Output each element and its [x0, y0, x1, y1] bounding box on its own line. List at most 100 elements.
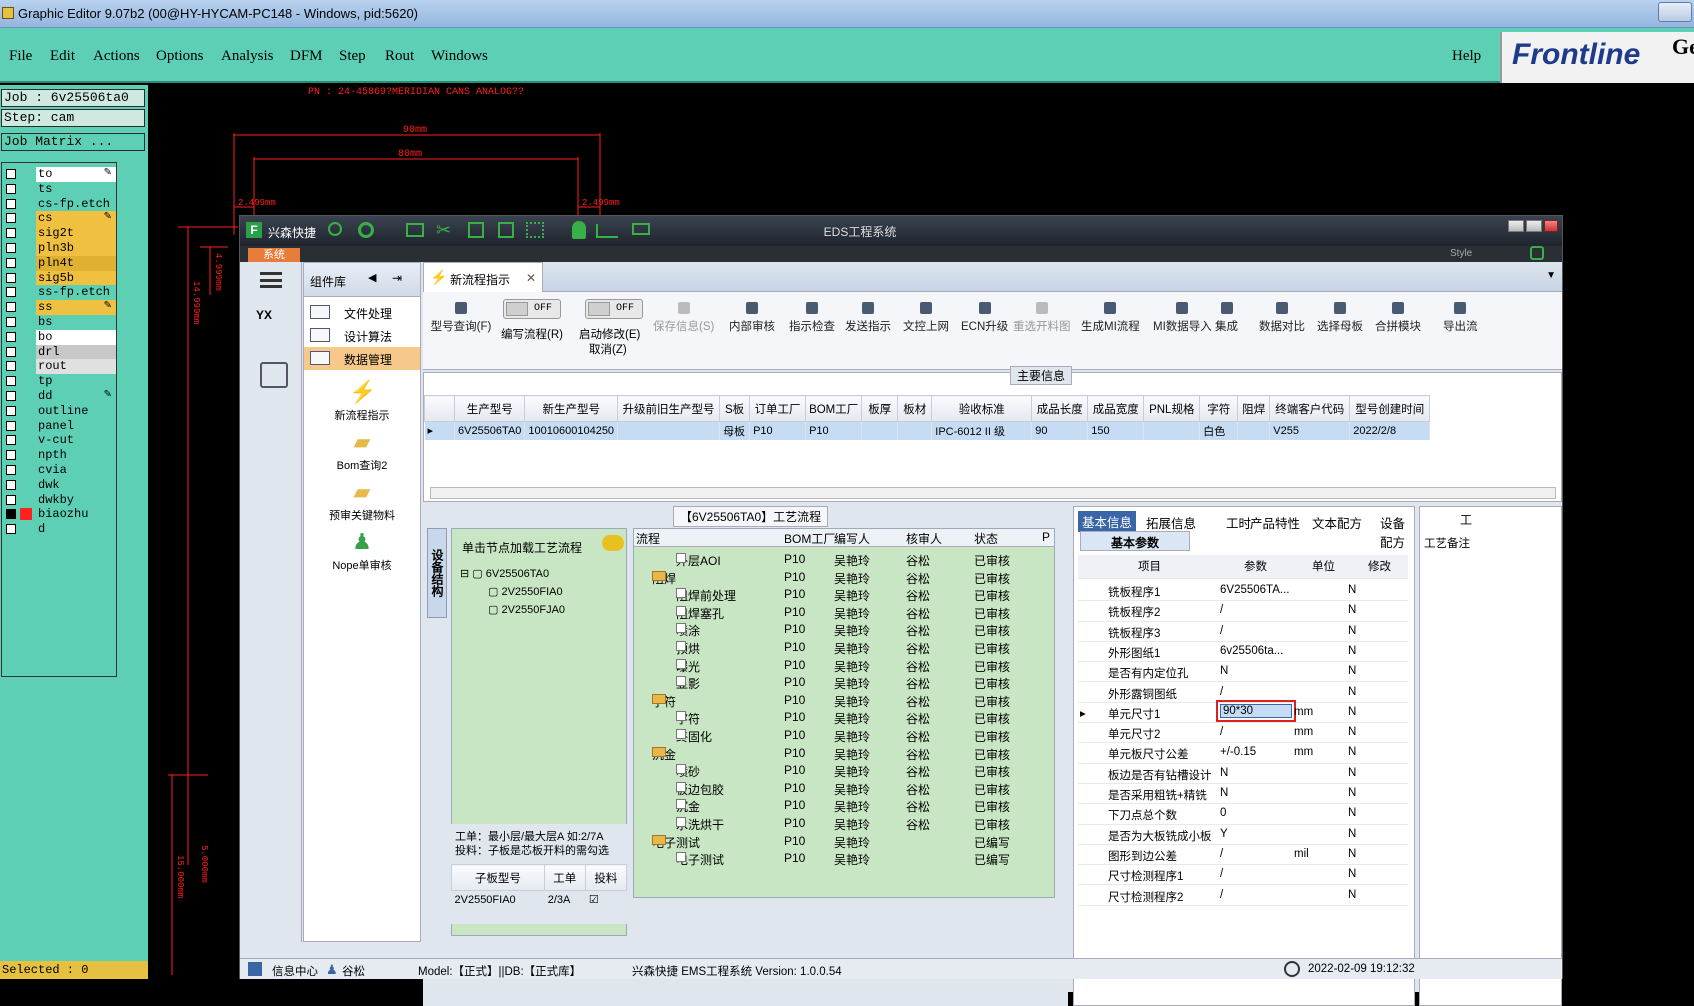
menu-help[interactable]: Help: [1452, 48, 1481, 65]
layer-name[interactable]: pln4t: [36, 255, 116, 271]
main-info-cell[interactable]: 10010600104250: [524, 421, 619, 440]
process-row[interactable]: 阻焊 P10 吴艳玲 谷松 已审核: [634, 569, 1054, 587]
layer-row-drl[interactable]: drl: [2, 344, 116, 360]
process-row[interactable]: 水洗烘干 P10 吴艳玲 谷松 已审核: [634, 815, 1054, 833]
main-info-cell[interactable]: P10: [805, 421, 863, 440]
param-value[interactable]: /: [1220, 868, 1223, 880]
layer-checkbox[interactable]: [6, 287, 16, 298]
param-value[interactable]: N: [1220, 665, 1228, 677]
layer-row-dd[interactable]: dd ✎: [2, 389, 116, 404]
layer-checkbox[interactable]: [6, 169, 16, 179]
layer-name[interactable]: bs: [36, 315, 116, 330]
grid-icon[interactable]: [526, 222, 544, 238]
process-row[interactable]: 电子测试 P10 吴艳玲 已编写: [634, 833, 1054, 851]
layer-row-sig2t[interactable]: sig2t: [2, 226, 116, 242]
process-row[interactable]: 曝光 P10 吴艳玲 谷松 已审核: [634, 657, 1054, 675]
layer-row-rout[interactable]: rout: [2, 359, 116, 375]
layer-name[interactable]: rout: [36, 359, 116, 375]
toolbar-button[interactable]: 发送指示: [845, 302, 891, 334]
toolbar-button[interactable]: 选择母板: [1317, 302, 1363, 334]
layer-name[interactable]: panel: [36, 418, 116, 434]
process-row[interactable]: 板边包胶 P10 吴艳玲 谷松 已审核: [634, 780, 1054, 798]
pin-icon[interactable]: ⇥: [392, 271, 402, 285]
main-info-cell[interactable]: 2022/2/8: [1349, 421, 1431, 440]
layer-name[interactable]: ts: [36, 181, 116, 197]
layer-name[interactable]: outline: [36, 403, 116, 419]
main-info-cell[interactable]: IPC-6012 II 级: [931, 421, 1033, 440]
param-value[interactable]: /: [1220, 848, 1223, 860]
menu-file[interactable]: File: [9, 48, 32, 65]
process-row[interactable]: 电子测试 P10 吴艳玲 已编写: [634, 850, 1054, 868]
process-row[interactable]: 喷砂 P10 吴艳玲 谷松 已审核: [634, 762, 1054, 780]
yx-app-icon[interactable]: YX: [256, 308, 290, 342]
minimize-button[interactable]: [1508, 220, 1524, 232]
monitor-icon[interactable]: [632, 223, 650, 235]
layer-checkbox[interactable]: [6, 494, 16, 505]
tab-close-icon[interactable]: ✕: [526, 271, 536, 285]
main-info-cell[interactable]: [1237, 421, 1271, 440]
main-info-cell[interactable]: [1143, 421, 1201, 440]
menu-dfm[interactable]: DFM: [290, 48, 323, 65]
toolbar-button[interactable]: 集成: [1215, 302, 1238, 334]
param-row[interactable]: 铣板程序1 6V25506TA... N: [1078, 581, 1408, 602]
write-flow-toggle[interactable]: OFF: [503, 299, 561, 319]
menu-windows[interactable]: Windows: [431, 48, 488, 65]
job-matrix-button[interactable]: Job Matrix ...: [1, 133, 145, 151]
toolbar-button[interactable]: MI数据导入: [1153, 302, 1212, 334]
main-info-cell[interactable]: 6V25506TA0: [454, 421, 526, 440]
toolbar-button[interactable]: 生成MI流程: [1081, 302, 1140, 334]
table-icon[interactable]: [406, 223, 424, 237]
layer-row-d[interactable]: d: [2, 522, 116, 538]
main-info-cell[interactable]: 90: [1031, 421, 1089, 440]
process-row[interactable]: 阻焊塞孔 P10 吴艳玲 谷松 已审核: [634, 604, 1054, 622]
copy-icon[interactable]: [498, 222, 514, 238]
param-value[interactable]: 6v25506ta...: [1220, 645, 1283, 657]
main-info-col[interactable]: 字符: [1199, 395, 1239, 422]
close-button[interactable]: [1544, 220, 1558, 232]
tab-dropdown-icon[interactable]: ▼: [1546, 270, 1556, 281]
param-row[interactable]: 铣板程序2 / N: [1078, 601, 1408, 622]
menu-rout[interactable]: Rout: [385, 48, 414, 65]
right-tab[interactable]: 工: [1460, 511, 1472, 528]
menu-step[interactable]: Step: [339, 48, 366, 65]
param-row[interactable]: 是否采用粗铣+精铣 N N: [1078, 784, 1408, 805]
main-info-col[interactable]: 成品长度: [1031, 395, 1089, 422]
param-row[interactable]: 尺寸检测程序2 / N: [1078, 886, 1408, 906]
main-info-cell[interactable]: [861, 421, 899, 440]
layer-name[interactable]: pln3b: [36, 241, 116, 256]
layer-checkbox[interactable]: [6, 509, 16, 520]
param-row[interactable]: 单元板尺寸公差 +/-0.15 mm N: [1078, 743, 1408, 764]
basic-tab[interactable]: 文本配方: [1312, 513, 1362, 532]
main-info-col[interactable]: 阻焊: [1237, 395, 1271, 422]
basic-tab[interactable]: 工时: [1226, 513, 1251, 532]
layer-name[interactable]: npth: [36, 448, 116, 464]
main-info-col[interactable]: 订单工厂: [749, 395, 807, 422]
basic-tab[interactable]: 基本信息: [1078, 511, 1137, 532]
chart-icon[interactable]: [596, 224, 618, 238]
process-row[interactable]: 字符 P10 吴艳玲 谷松 已审核: [634, 692, 1054, 710]
calculator-icon[interactable]: [260, 362, 288, 388]
layer-row-panel[interactable]: panel: [2, 418, 116, 434]
toolbar-button[interactable]: 重选开料图: [1013, 302, 1071, 334]
complib-item[interactable]: 设计算法: [304, 324, 420, 347]
tab-system[interactable]: 系统: [248, 248, 300, 262]
param-row[interactable]: 图形到边公差 / mil N: [1078, 845, 1408, 866]
layer-row-ss-fp.etch[interactable]: ss-fp.etch: [2, 285, 116, 301]
menu-edit[interactable]: Edit: [50, 48, 75, 65]
param-row[interactable]: 外形图纸1 6v25506ta... N: [1078, 642, 1408, 663]
tree-child-1[interactable]: ▢ 2V2550FIA0: [488, 585, 563, 598]
toolbar-button[interactable]: ECN升级: [961, 302, 1008, 334]
layer-name[interactable]: tp: [36, 374, 116, 390]
main-info-col[interactable]: 终端客户代码: [1269, 395, 1351, 422]
sub-cell-feed[interactable]: ☑: [585, 890, 628, 909]
main-info-col[interactable]: 新生产型号: [524, 395, 619, 422]
layer-checkbox[interactable]: [6, 317, 16, 327]
basic-tab[interactable]: 拓展信息: [1146, 513, 1196, 532]
process-row[interactable]: 沉金 P10 吴艳玲 谷松 已审核: [634, 745, 1054, 763]
main-info-col[interactable]: 生产型号: [453, 395, 526, 422]
search-icon[interactable]: [328, 222, 342, 236]
param-row[interactable]: 铣板程序3 / N: [1078, 622, 1408, 642]
param-value[interactable]: /: [1220, 604, 1223, 616]
layer-checkbox[interactable]: [6, 479, 16, 490]
main-info-cell[interactable]: [617, 421, 721, 440]
